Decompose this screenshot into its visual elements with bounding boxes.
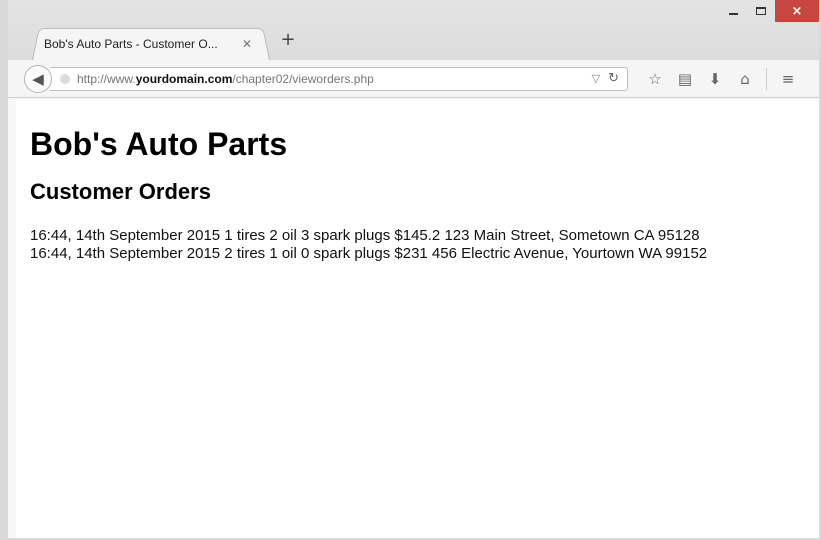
tab-title[interactable]: Bob's Auto Parts - Customer O... bbox=[44, 37, 236, 51]
navigation-toolbar: http://www.yourdomain.com/chapter02/view… bbox=[8, 60, 819, 98]
maximize-button[interactable] bbox=[747, 0, 775, 22]
order-line: 16:44, 14th September 2015 1 tires 2 oil… bbox=[30, 227, 700, 244]
back-arrow-icon: ◀ bbox=[32, 70, 44, 88]
site-identity-icon[interactable] bbox=[60, 74, 70, 84]
window-close-button[interactable]: × bbox=[775, 0, 819, 22]
address-bar[interactable]: http://www.yourdomain.com/chapter02/view… bbox=[50, 67, 628, 91]
window-controls: × bbox=[719, 0, 819, 24]
page-title: Bob's Auto Parts bbox=[30, 126, 288, 162]
download-icon[interactable]: ⬇ bbox=[700, 68, 730, 90]
url-prefix: http://www. bbox=[77, 72, 136, 86]
toolbar-icons: ☆ ▤ ⬇ ⌂ ≡ bbox=[640, 68, 803, 90]
orders-list: 16:44, 14th September 2015 1 tires 2 oil… bbox=[30, 227, 819, 263]
back-button[interactable]: ◀ bbox=[24, 65, 52, 93]
page-content: Bob's Auto Parts Customer Orders 16:44, … bbox=[16, 99, 819, 538]
section-heading: Customer Orders bbox=[30, 179, 211, 204]
reading-list-icon[interactable]: ▤ bbox=[670, 68, 700, 90]
reload-icon[interactable]: ↻ bbox=[608, 71, 619, 86]
title-bar: Bob's Auto Parts - Customer O... ✕ + × bbox=[8, 0, 819, 60]
close-icon[interactable]: ✕ bbox=[242, 37, 252, 51]
tab-content[interactable]: Bob's Auto Parts - Customer O... ✕ bbox=[44, 33, 264, 55]
url-bar-actions: ▽ ↻ bbox=[592, 71, 619, 86]
url-domain: yourdomain.com bbox=[135, 72, 233, 86]
minimize-icon bbox=[728, 13, 738, 15]
new-tab-button[interactable]: + bbox=[278, 30, 298, 50]
toolbar-separator bbox=[766, 68, 767, 90]
url-text[interactable]: http://www.yourdomain.com/chapter02/view… bbox=[77, 72, 374, 86]
browser-window: Bob's Auto Parts - Customer O... ✕ + × h… bbox=[0, 0, 821, 540]
home-icon[interactable]: ⌂ bbox=[730, 68, 760, 90]
url-path: /chapter02/vieworders.php bbox=[232, 72, 374, 86]
order-line: 16:44, 14th September 2015 2 tires 1 oil… bbox=[30, 245, 708, 262]
dropdown-arrow-icon[interactable]: ▽ bbox=[592, 72, 600, 85]
maximize-icon bbox=[756, 7, 766, 15]
menu-icon[interactable]: ≡ bbox=[773, 68, 803, 90]
star-icon[interactable]: ☆ bbox=[640, 68, 670, 90]
minimize-button[interactable] bbox=[719, 0, 747, 22]
